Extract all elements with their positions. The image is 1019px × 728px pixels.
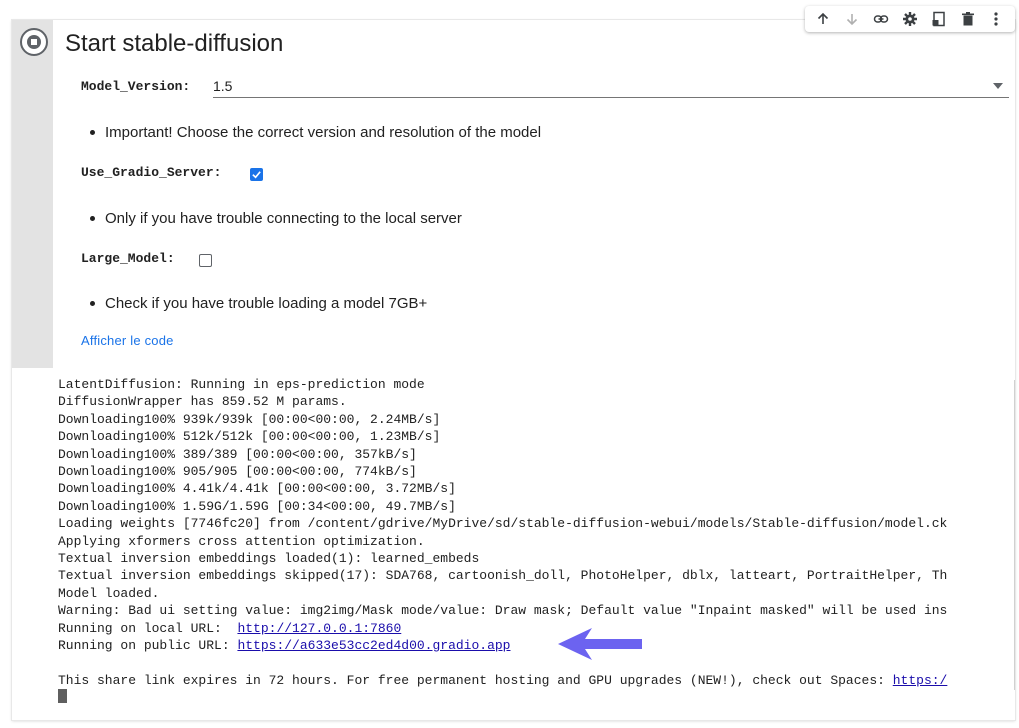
log-line: Downloading100% 905/905 [00:00<00:00, 77… bbox=[58, 464, 417, 480]
log-line: Downloading100% 1.59G/1.59G [00:34<00:00… bbox=[58, 498, 456, 514]
share-text: This share link expires in 72 hours. For… bbox=[58, 672, 893, 688]
trash-icon[interactable] bbox=[958, 9, 978, 29]
spaces-link[interactable]: https:/ bbox=[893, 673, 948, 688]
log-line: Textual inversion embeddings loaded(1): … bbox=[58, 551, 480, 567]
log-line: Downloading100% 389/389 [00:00<00:00, 35… bbox=[58, 446, 417, 462]
log-line: Loading weights [7746fc20] from /content… bbox=[58, 516, 948, 532]
mirror-cell-icon[interactable] bbox=[929, 9, 949, 29]
chevron-down-icon bbox=[993, 83, 1003, 89]
cell-title: Start stable-diffusion bbox=[65, 30, 284, 57]
bullet-dot bbox=[90, 216, 95, 221]
local-url-line: Running on local URL: http://127.0.0.1:7… bbox=[58, 620, 1015, 637]
scrollbar-edge bbox=[1014, 380, 1015, 690]
bullet-dot bbox=[90, 130, 95, 135]
note-model: Important! Choose the correct version an… bbox=[90, 124, 541, 141]
model-version-select[interactable]: 1.5 bbox=[213, 76, 1009, 98]
note-gradio: Only if you have trouble connecting to t… bbox=[90, 210, 462, 227]
local-url-label: Running on local URL: bbox=[58, 620, 238, 636]
text-cursor bbox=[58, 689, 67, 704]
log-line: Downloading100% 939k/939k [00:00<00:00, … bbox=[58, 411, 441, 427]
highlight-arrow-icon bbox=[558, 628, 642, 660]
log-line: Model loaded. bbox=[58, 585, 160, 601]
use-gradio-label: Use_Gradio_Server: bbox=[81, 165, 222, 180]
code-cell: Start stable-diffusion Model_Version: 1.… bbox=[12, 20, 1015, 720]
use-gradio-checkbox[interactable] bbox=[250, 168, 263, 181]
cell-gutter bbox=[12, 20, 53, 368]
note-large: Check if you have trouble loading a mode… bbox=[90, 295, 427, 312]
checkmark-icon bbox=[252, 171, 261, 179]
arrow-up-icon[interactable] bbox=[813, 9, 833, 29]
run-cell-button[interactable] bbox=[20, 28, 48, 56]
stop-icon bbox=[27, 35, 41, 49]
share-line: This share link expires in 72 hours. For… bbox=[58, 672, 1015, 689]
public-url-link[interactable]: https://a633e53cc2ed4d00.gradio.app bbox=[237, 638, 510, 653]
bullet-dot bbox=[90, 301, 95, 306]
model-version-value: 1.5 bbox=[213, 78, 233, 94]
show-code-link[interactable]: Afficher le code bbox=[81, 333, 174, 348]
more-vert-icon[interactable] bbox=[986, 9, 1006, 29]
log-line: Warning: Bad ui setting value: img2img/M… bbox=[58, 603, 948, 619]
arrow-down-icon[interactable] bbox=[842, 9, 862, 29]
link-icon[interactable] bbox=[871, 9, 891, 29]
public-url-line: Running on public URL: https://a633e53cc… bbox=[58, 637, 1015, 654]
local-url-link[interactable]: http://127.0.0.1:7860 bbox=[237, 621, 401, 636]
cell-output: LatentDiffusion: Running in eps-predicti… bbox=[58, 376, 1015, 712]
log-line: Downloading100% 512k/512k [00:00<00:00, … bbox=[58, 429, 441, 445]
log-line: LatentDiffusion: Running in eps-predicti… bbox=[58, 377, 425, 392]
note-large-text: Check if you have trouble loading a mode… bbox=[105, 295, 428, 312]
model-version-label: Model_Version: bbox=[81, 79, 191, 94]
input-line bbox=[58, 689, 1015, 706]
gear-icon[interactable] bbox=[900, 9, 920, 29]
large-model-checkbox[interactable] bbox=[199, 254, 212, 267]
public-url-label: Running on public URL: bbox=[58, 638, 238, 654]
cell-toolbar bbox=[805, 6, 1015, 32]
log-line: DiffusionWrapper has 859.52 M params. bbox=[58, 394, 347, 410]
log-line: Applying xformers cross attention optimi… bbox=[58, 533, 425, 549]
log-line: Downloading100% 4.41k/4.41k [00:00<00:00… bbox=[58, 481, 456, 497]
log-line: Textual inversion embeddings skipped(17)… bbox=[58, 568, 948, 584]
note-gradio-text: Only if you have trouble connecting to t… bbox=[105, 210, 462, 227]
large-model-label: Large_Model: bbox=[81, 251, 175, 266]
note-model-text: Important! Choose the correct version an… bbox=[105, 124, 542, 141]
